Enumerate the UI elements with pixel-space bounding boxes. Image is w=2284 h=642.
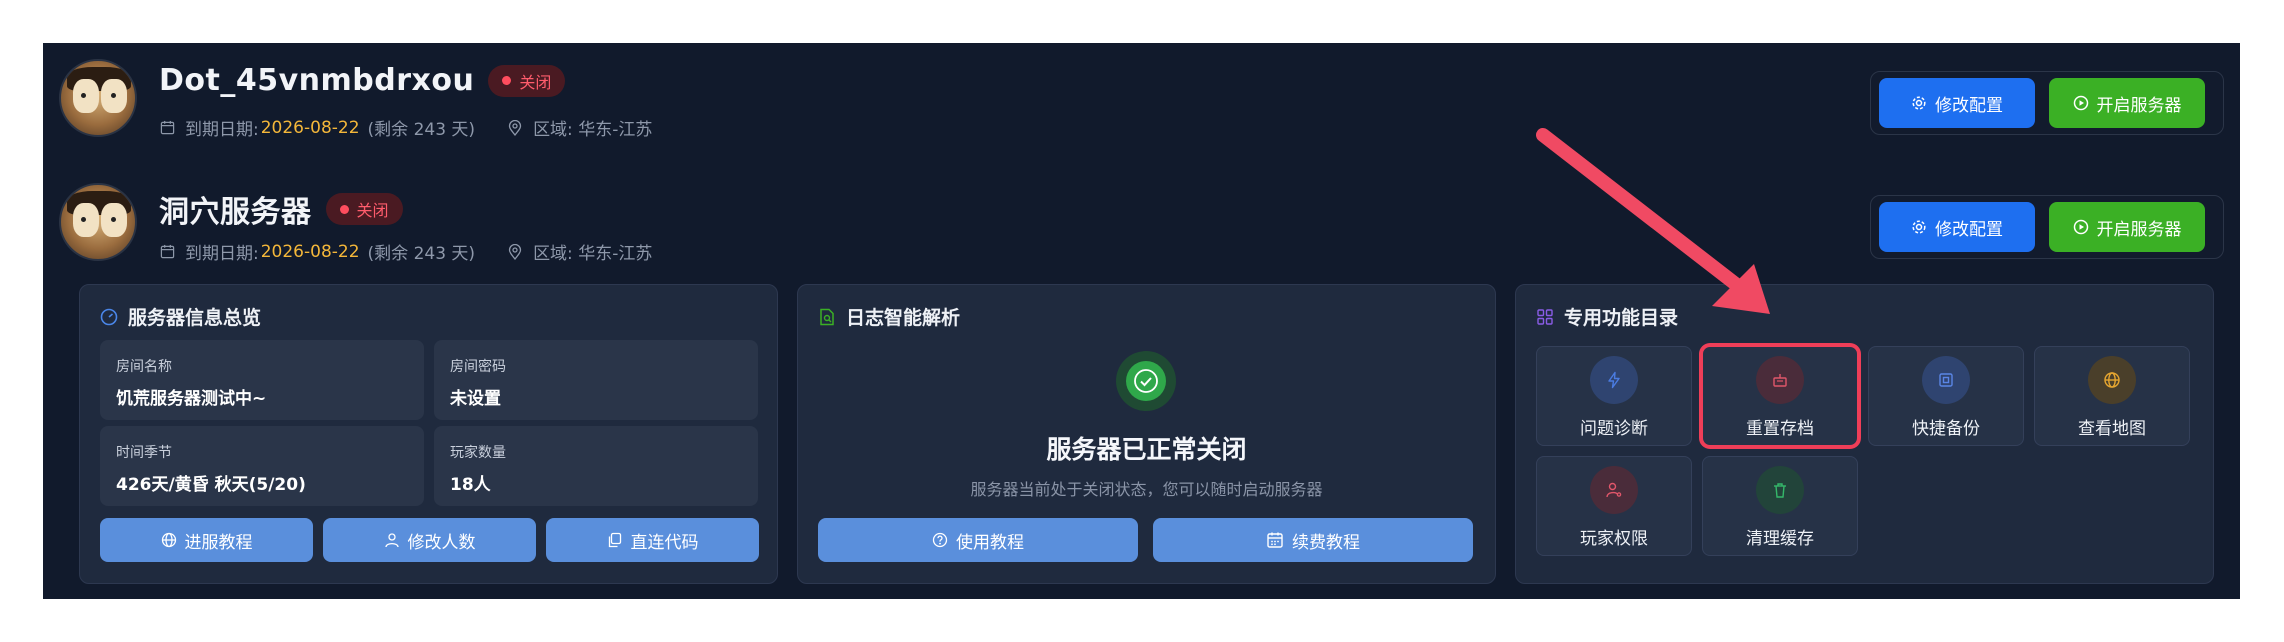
diagnose-feature[interactable]: 问题诊断: [1536, 346, 1692, 446]
server-meta: 到期日期: 2026-08-22 (剩余 243 天) 区域: 华东-江苏: [159, 115, 652, 140]
status-badge: 关闭: [325, 193, 403, 225]
expire-date: 2026-08-22: [260, 117, 360, 138]
view-map-feature[interactable]: 查看地图: [2034, 346, 2190, 446]
backup-icon: [1922, 356, 1970, 404]
server-name: 洞穴服务器: [159, 195, 312, 230]
user-icon: [384, 533, 399, 548]
info-time-season: 时间季节 426天/黄昏 秋天(5/20): [100, 426, 424, 506]
feature-directory-panel: 专用功能目录 问题诊断 重置存档 快捷备份 查看地图 玩家权限 清理缓存: [1515, 284, 2214, 584]
expire-date: 2026-08-22: [260, 241, 360, 262]
server-info-panel: 服务器信息总览 房间名称 饥荒服务器测试中~ 房间密码 未设置 时间季节 426…: [79, 284, 778, 584]
server-row: Dot_45vnmbdrxou 关闭 到期日期: 2026-08-22 (剩余 …: [59, 43, 2224, 153]
grid-icon: [1537, 308, 1553, 325]
start-server-button[interactable]: 开启服务器: [2049, 78, 2205, 128]
success-check-icon: [1116, 351, 1176, 411]
globe-icon: [161, 532, 176, 548]
status-badge: 关闭: [488, 64, 566, 97]
reset-icon: [1756, 356, 1804, 404]
play-icon: [2073, 219, 2088, 235]
server-avatar: [59, 59, 137, 137]
info-player-count: 玩家数量 18人: [434, 426, 758, 506]
dashboard-icon: [100, 308, 118, 325]
globe-icon: [2088, 356, 2136, 404]
server-name: Dot_45vnmbdrxou: [159, 63, 475, 98]
reset-save-feature[interactable]: 重置存档: [1702, 346, 1858, 446]
log-status-description: 服务器当前处于关闭状态，您可以随时启动服务器: [970, 480, 1323, 499]
play-icon: [2073, 95, 2088, 111]
server-row: 洞穴服务器 关闭 到期日期: 2026-08-22 (剩余 243 天) 区域:…: [59, 167, 2224, 277]
info-room-name: 房间名称 饥荒服务器测试中~: [100, 340, 424, 420]
calendar-icon: [159, 244, 175, 260]
location-icon: [507, 243, 523, 260]
log-analysis-panel: 日志智能解析 服务器已正常关闭 服务器当前处于关闭状态，您可以随时启动服务器 使…: [797, 284, 1496, 584]
user-key-icon: [1590, 466, 1638, 514]
trash-icon: [1756, 466, 1804, 514]
gear-icon: [1912, 96, 1926, 110]
remaining-days: (剩余 243 天): [367, 244, 476, 264]
server-actions: 修改配置 开启服务器: [1870, 71, 2224, 135]
log-status-heading: 服务器已正常关闭: [1046, 435, 1247, 464]
player-permission-feature[interactable]: 玩家权限: [1536, 456, 1692, 556]
panel-title: 专用功能目录: [1564, 307, 1679, 329]
direct-code-button[interactable]: 直连代码: [546, 518, 759, 562]
renew-tutorial-button[interactable]: 续费教程: [1153, 518, 1473, 562]
expire-label: 到期日期:: [185, 120, 259, 140]
panel-title: 日志智能解析: [846, 307, 961, 329]
edit-config-button[interactable]: 修改配置: [1879, 78, 2035, 128]
edit-players-button[interactable]: 修改人数: [323, 518, 536, 562]
join-tutorial-button[interactable]: 进服教程: [100, 518, 313, 562]
expire-label: 到期日期:: [185, 244, 259, 264]
server-meta: 到期日期: 2026-08-22 (剩余 243 天) 区域: 华东-江苏: [159, 239, 652, 264]
usage-tutorial-button[interactable]: 使用教程: [818, 518, 1138, 562]
help-icon: [932, 532, 948, 548]
start-server-button[interactable]: 开启服务器: [2049, 202, 2205, 252]
location-icon: [507, 119, 523, 136]
log-file-icon: [820, 308, 834, 325]
server-actions: 修改配置 开启服务器: [1870, 195, 2224, 259]
quick-backup-feature[interactable]: 快捷备份: [1868, 346, 2024, 446]
remaining-days: (剩余 243 天): [367, 120, 476, 140]
calendar-icon: [1267, 532, 1283, 548]
info-room-password: 房间密码 未设置: [434, 340, 758, 420]
gear-icon: [1912, 220, 1926, 234]
panel-title: 服务器信息总览: [128, 307, 262, 329]
calendar-icon: [159, 120, 175, 136]
clear-cache-feature[interactable]: 清理缓存: [1702, 456, 1858, 556]
region-label: 区域: 华东-江苏: [533, 120, 653, 140]
edit-config-button[interactable]: 修改配置: [1879, 202, 2035, 252]
server-avatar: [59, 183, 137, 261]
server-dashboard: Dot_45vnmbdrxou 关闭 到期日期: 2026-08-22 (剩余 …: [43, 43, 2240, 599]
region-label: 区域: 华东-江苏: [533, 244, 653, 264]
bolt-icon: [1590, 356, 1638, 404]
copy-icon: [608, 532, 621, 548]
